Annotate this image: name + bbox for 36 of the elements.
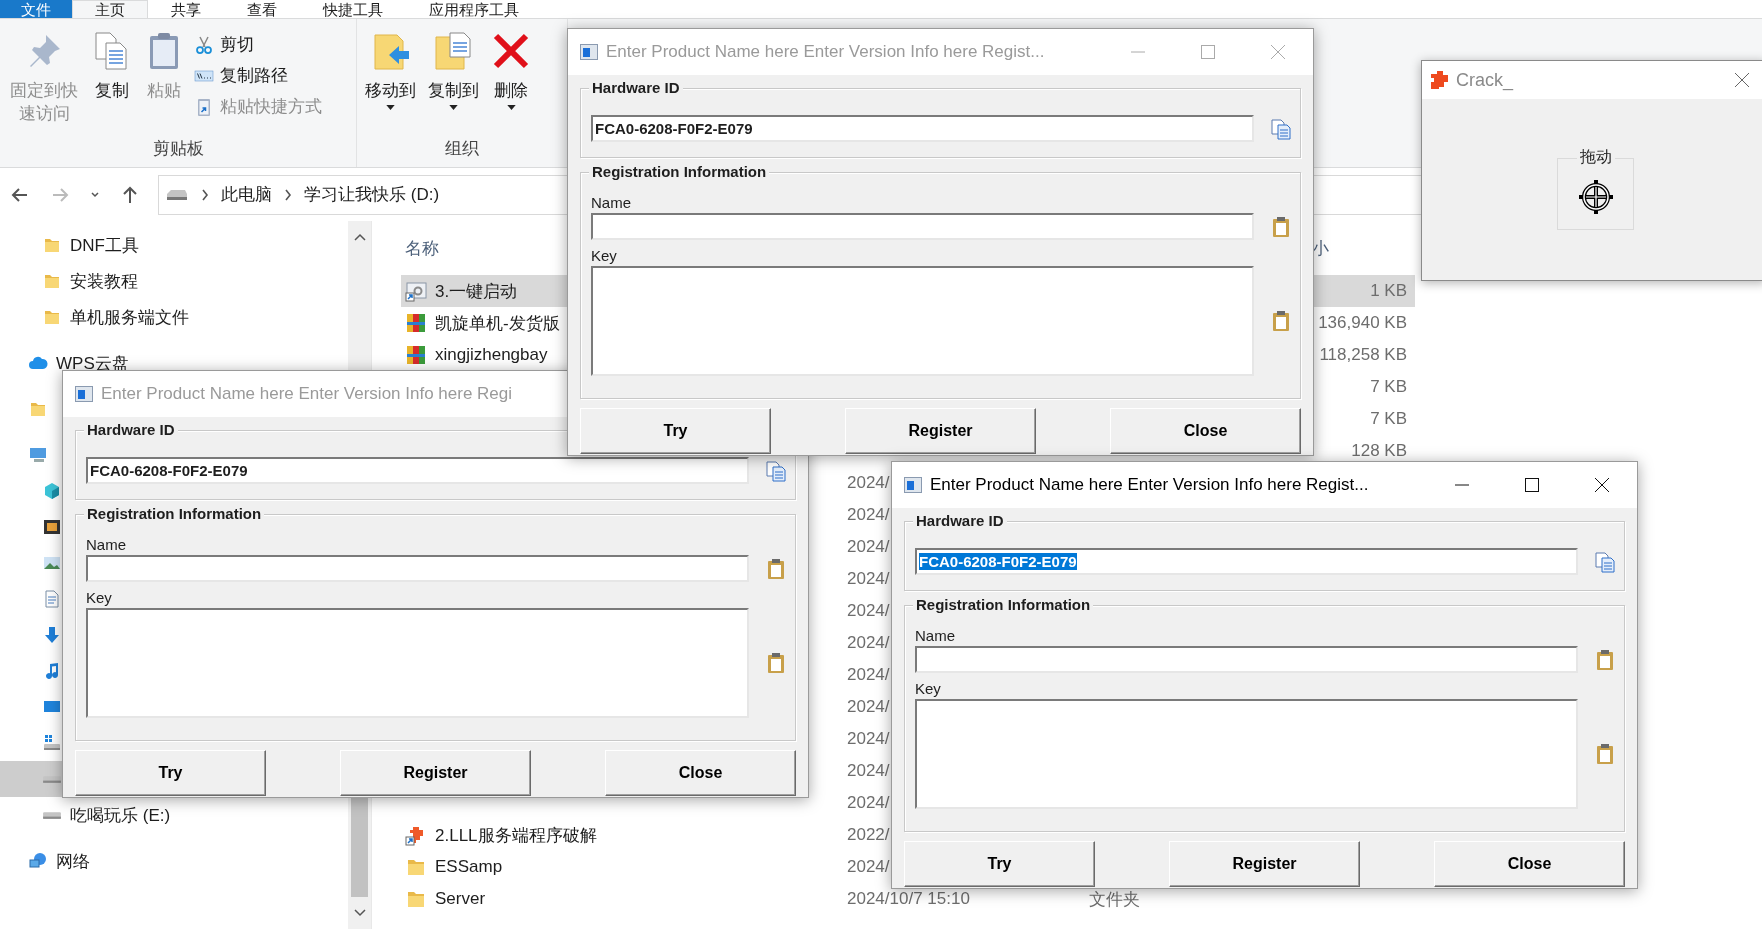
file-name: 2.LLL服务端程序破解: [435, 824, 597, 847]
field-label: Name: [591, 193, 632, 213]
group-label: Registration Information: [589, 163, 770, 181]
group-label: 剪贴板: [152, 138, 204, 160]
date-cell: 2024/: [847, 665, 890, 684]
date-cell: 2022/: [847, 825, 890, 844]
field-label: Name: [86, 535, 127, 555]
file-name: 凯旋单机-发货版: [435, 312, 560, 335]
file-name: 3.一键启动: [435, 280, 518, 303]
type-cell: 文件夹: [1089, 889, 1140, 909]
field-label: Key: [915, 679, 942, 699]
date-cell: 2024/: [847, 633, 890, 652]
file-name: Server: [435, 889, 486, 909]
date-cell: 2024/: [847, 857, 890, 876]
date-cell: 2024/: [847, 569, 890, 588]
date-cell: 2024/: [847, 793, 890, 812]
file-name: ESSamp: [435, 857, 503, 877]
window-title: Enter Product Name here Enter Version Info here Regi: [101, 384, 513, 404]
field-label: Name: [915, 626, 956, 646]
group-label: Registration Information: [913, 596, 1094, 614]
size-cell: 118,258 KB: [1319, 345, 1407, 364]
field-label: Key: [591, 246, 618, 266]
date-cell: 2024/: [847, 697, 890, 716]
group-label: Registration Information: [84, 505, 265, 523]
window-title: Crack_: [1456, 69, 1513, 91]
window-title: Enter Product Name here Enter Version Info here Regist...: [606, 42, 1045, 62]
size-cell: 136,940 KB: [1318, 313, 1407, 332]
size-cell: 1 KB: [1370, 281, 1407, 300]
window-title: Enter Product Name here Enter Version Info here Regist...: [930, 475, 1369, 495]
group-label: 拖动: [1576, 147, 1615, 167]
date-cell: 2024/: [847, 729, 890, 748]
field-label: Key: [86, 588, 113, 608]
size-cell: 128 KB: [1351, 441, 1407, 460]
file-name: xingjizhengbay: [435, 345, 548, 365]
date-cell: 2024/10/7 15:10: [847, 889, 970, 908]
group-label: 组织: [445, 138, 479, 160]
